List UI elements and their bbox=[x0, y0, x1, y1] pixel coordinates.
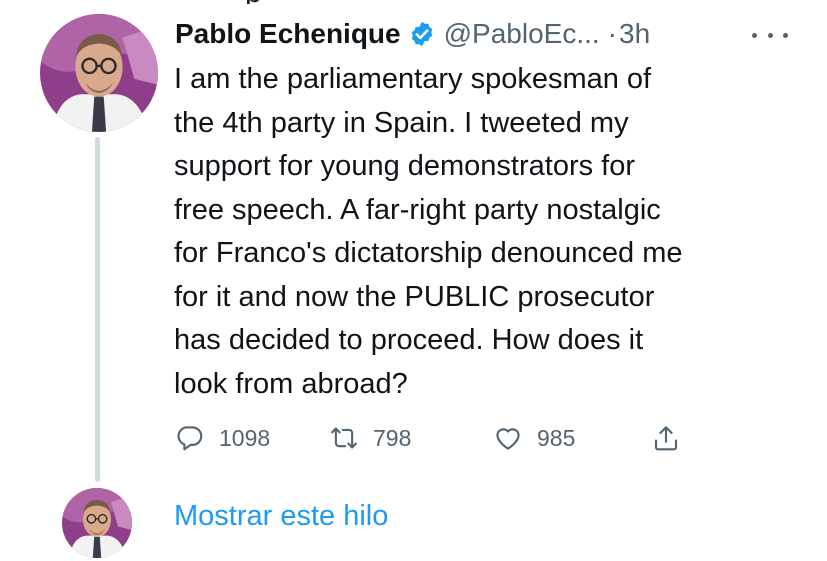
thread-author-avatar[interactable] bbox=[62, 488, 132, 558]
retweet-icon bbox=[331, 427, 357, 449]
author-name[interactable]: Pablo Echenique bbox=[175, 18, 401, 50]
tweet-text-line: has decided to proceed. How does it bbox=[174, 324, 644, 356]
tweet-text-line: for it and now the PUBLIC prosecutor bbox=[174, 280, 655, 313]
more-options-icon[interactable] bbox=[752, 20, 788, 50]
share-icon bbox=[654, 426, 678, 451]
tweet-text-line: free speech. A far-right party nostalgic bbox=[174, 193, 661, 226]
reply-bubble-icon bbox=[177, 426, 203, 451]
reply-button[interactable]: 1098 bbox=[175, 420, 270, 456]
tweet-text-line: I am the parliamentary spokesman of bbox=[174, 63, 652, 95]
header-separator: · bbox=[607, 18, 617, 49]
share-button[interactable] bbox=[651, 420, 681, 456]
author-avatar[interactable] bbox=[40, 14, 158, 132]
tweet-text: I am the parliamentary spokesman of the … bbox=[174, 58, 814, 406]
verified-badge-icon bbox=[408, 20, 436, 48]
retweet-button[interactable]: 798 bbox=[329, 420, 411, 456]
tweet-text-line: the 4th party in Spain. I tweeted my bbox=[174, 106, 629, 139]
tweet-text-line: look from abroad? bbox=[174, 367, 408, 400]
tweet-text-line: support for young demonstrators for bbox=[174, 150, 636, 182]
show-thread-link[interactable]: Mostrar este hilo bbox=[174, 500, 388, 533]
tweet-actions-bar: 1098 798 985 bbox=[175, 420, 695, 456]
tweet-timestamp[interactable]: 3h bbox=[619, 18, 650, 50]
like-button[interactable]: 985 bbox=[493, 420, 575, 456]
like-count: 985 bbox=[537, 424, 576, 451]
author-handle[interactable]: @PabloEc... bbox=[444, 18, 600, 50]
retweet-count: 798 bbox=[373, 424, 412, 451]
previous-tweet-fragment: p bbox=[0, 0, 827, 4]
heart-icon bbox=[496, 428, 520, 450]
thread-connector-line bbox=[95, 137, 100, 482]
tweet-text-line: for Franco's dictatorship denounced me bbox=[174, 237, 683, 269]
tweet-header: Pablo Echenique @PabloEc... · 3h bbox=[175, 14, 650, 54]
previous-tweet-text-fragment: p bbox=[245, 0, 262, 4]
reply-count: 1098 bbox=[219, 424, 271, 451]
